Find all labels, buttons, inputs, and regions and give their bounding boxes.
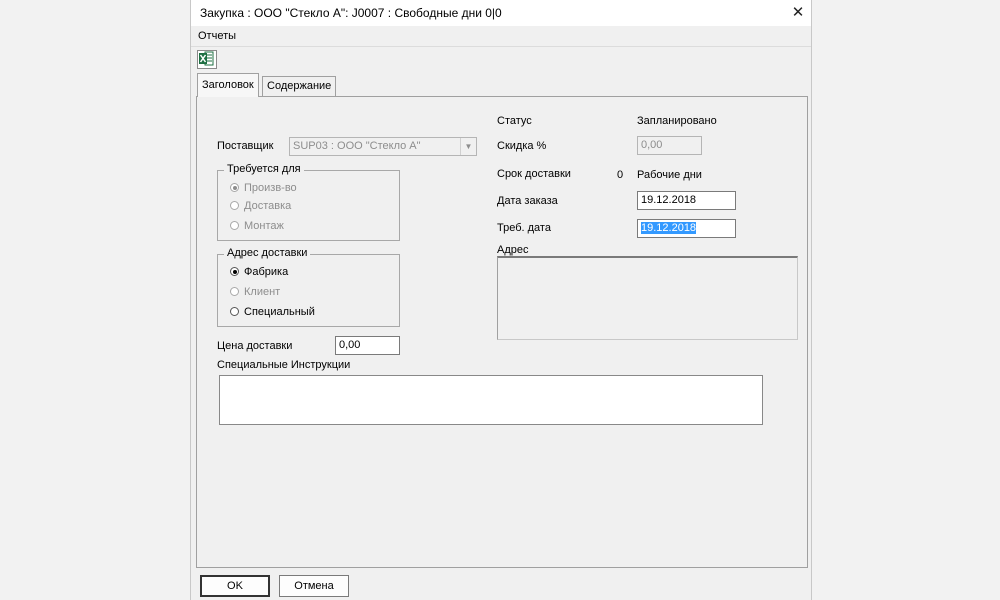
chevron-down-icon: ▼: [460, 138, 476, 155]
radio-icon: [230, 201, 239, 210]
required-date-value: 19.12.2018: [641, 222, 697, 234]
radio-special[interactable]: Специальный: [230, 305, 315, 319]
menu-bar: Отчеты: [191, 26, 811, 46]
lead-time-unit: Рабочие дни: [637, 169, 702, 181]
radio-icon: [230, 307, 239, 316]
status-label: Статус: [497, 115, 532, 127]
special-instructions-textarea[interactable]: [219, 375, 763, 425]
radio-icon: [230, 221, 239, 230]
radio-delivery: Доставка: [230, 199, 291, 213]
radio-special-label: Специальный: [244, 306, 315, 318]
supplier-label: Поставщик: [217, 140, 274, 152]
radio-icon: [230, 267, 239, 276]
radio-icon: [230, 287, 239, 296]
delivery-address-title: Адрес доставки: [224, 247, 311, 259]
order-date-input[interactable]: 19.12.2018: [637, 191, 736, 210]
radio-client-label: Клиент: [244, 286, 281, 298]
delivery-price-input[interactable]: 0,00: [335, 336, 400, 355]
address-label: Адрес: [497, 244, 529, 256]
supplier-select: SUP03 : ООО "Стекло А" ▼: [289, 137, 477, 156]
discount-label: Скидка %: [497, 140, 547, 152]
tab-header[interactable]: Заголовок: [197, 73, 259, 97]
radio-delivery-label: Доставка: [244, 200, 292, 212]
address-textarea[interactable]: [497, 256, 798, 340]
toolbar: [191, 46, 811, 71]
discount-input: 0,00: [637, 136, 702, 155]
cancel-button[interactable]: Отмена: [279, 575, 349, 597]
radio-production-label: Произв-во: [244, 182, 297, 194]
special-instructions-label: Специальные Инструкции: [217, 359, 351, 371]
status-value: Запланировано: [637, 115, 717, 127]
required-for-group: Требуется для Произв-во Доставка Монтаж: [217, 163, 400, 241]
required-date-input[interactable]: 19.12.2018: [637, 219, 736, 238]
lead-time-value: 0: [617, 169, 624, 181]
tab-contents[interactable]: Содержание: [262, 76, 337, 96]
delivery-address-group: Адрес доставки Фабрика Клиент Специальны…: [217, 247, 400, 327]
title-bar: Закупка : ООО "Стекло А": J0007 : Свобод…: [191, 0, 811, 26]
window-title: Закупка : ООО "Стекло А": J0007 : Свобод…: [200, 6, 502, 20]
order-date-label: Дата заказа: [497, 195, 558, 207]
radio-factory[interactable]: Фабрика: [230, 265, 288, 279]
radio-production: Произв-во: [230, 181, 297, 195]
excel-export-icon[interactable]: [197, 50, 217, 69]
ok-button[interactable]: OK: [200, 575, 270, 597]
radio-installation: Монтаж: [230, 219, 284, 233]
supplier-value: SUP03 : ООО "Стекло А": [293, 140, 421, 152]
radio-icon: [230, 183, 239, 192]
lead-time-label: Срок доставки: [497, 168, 571, 180]
delivery-price-label: Цена доставки: [217, 340, 293, 352]
radio-installation-label: Монтаж: [244, 220, 284, 232]
radio-factory-label: Фабрика: [244, 266, 289, 278]
required-date-label: Треб. дата: [497, 222, 551, 234]
radio-client: Клиент: [230, 285, 280, 299]
menu-reports[interactable]: Отчеты: [198, 30, 236, 42]
close-icon[interactable]: ✕: [787, 2, 809, 24]
required-for-title: Требуется для: [224, 163, 304, 175]
